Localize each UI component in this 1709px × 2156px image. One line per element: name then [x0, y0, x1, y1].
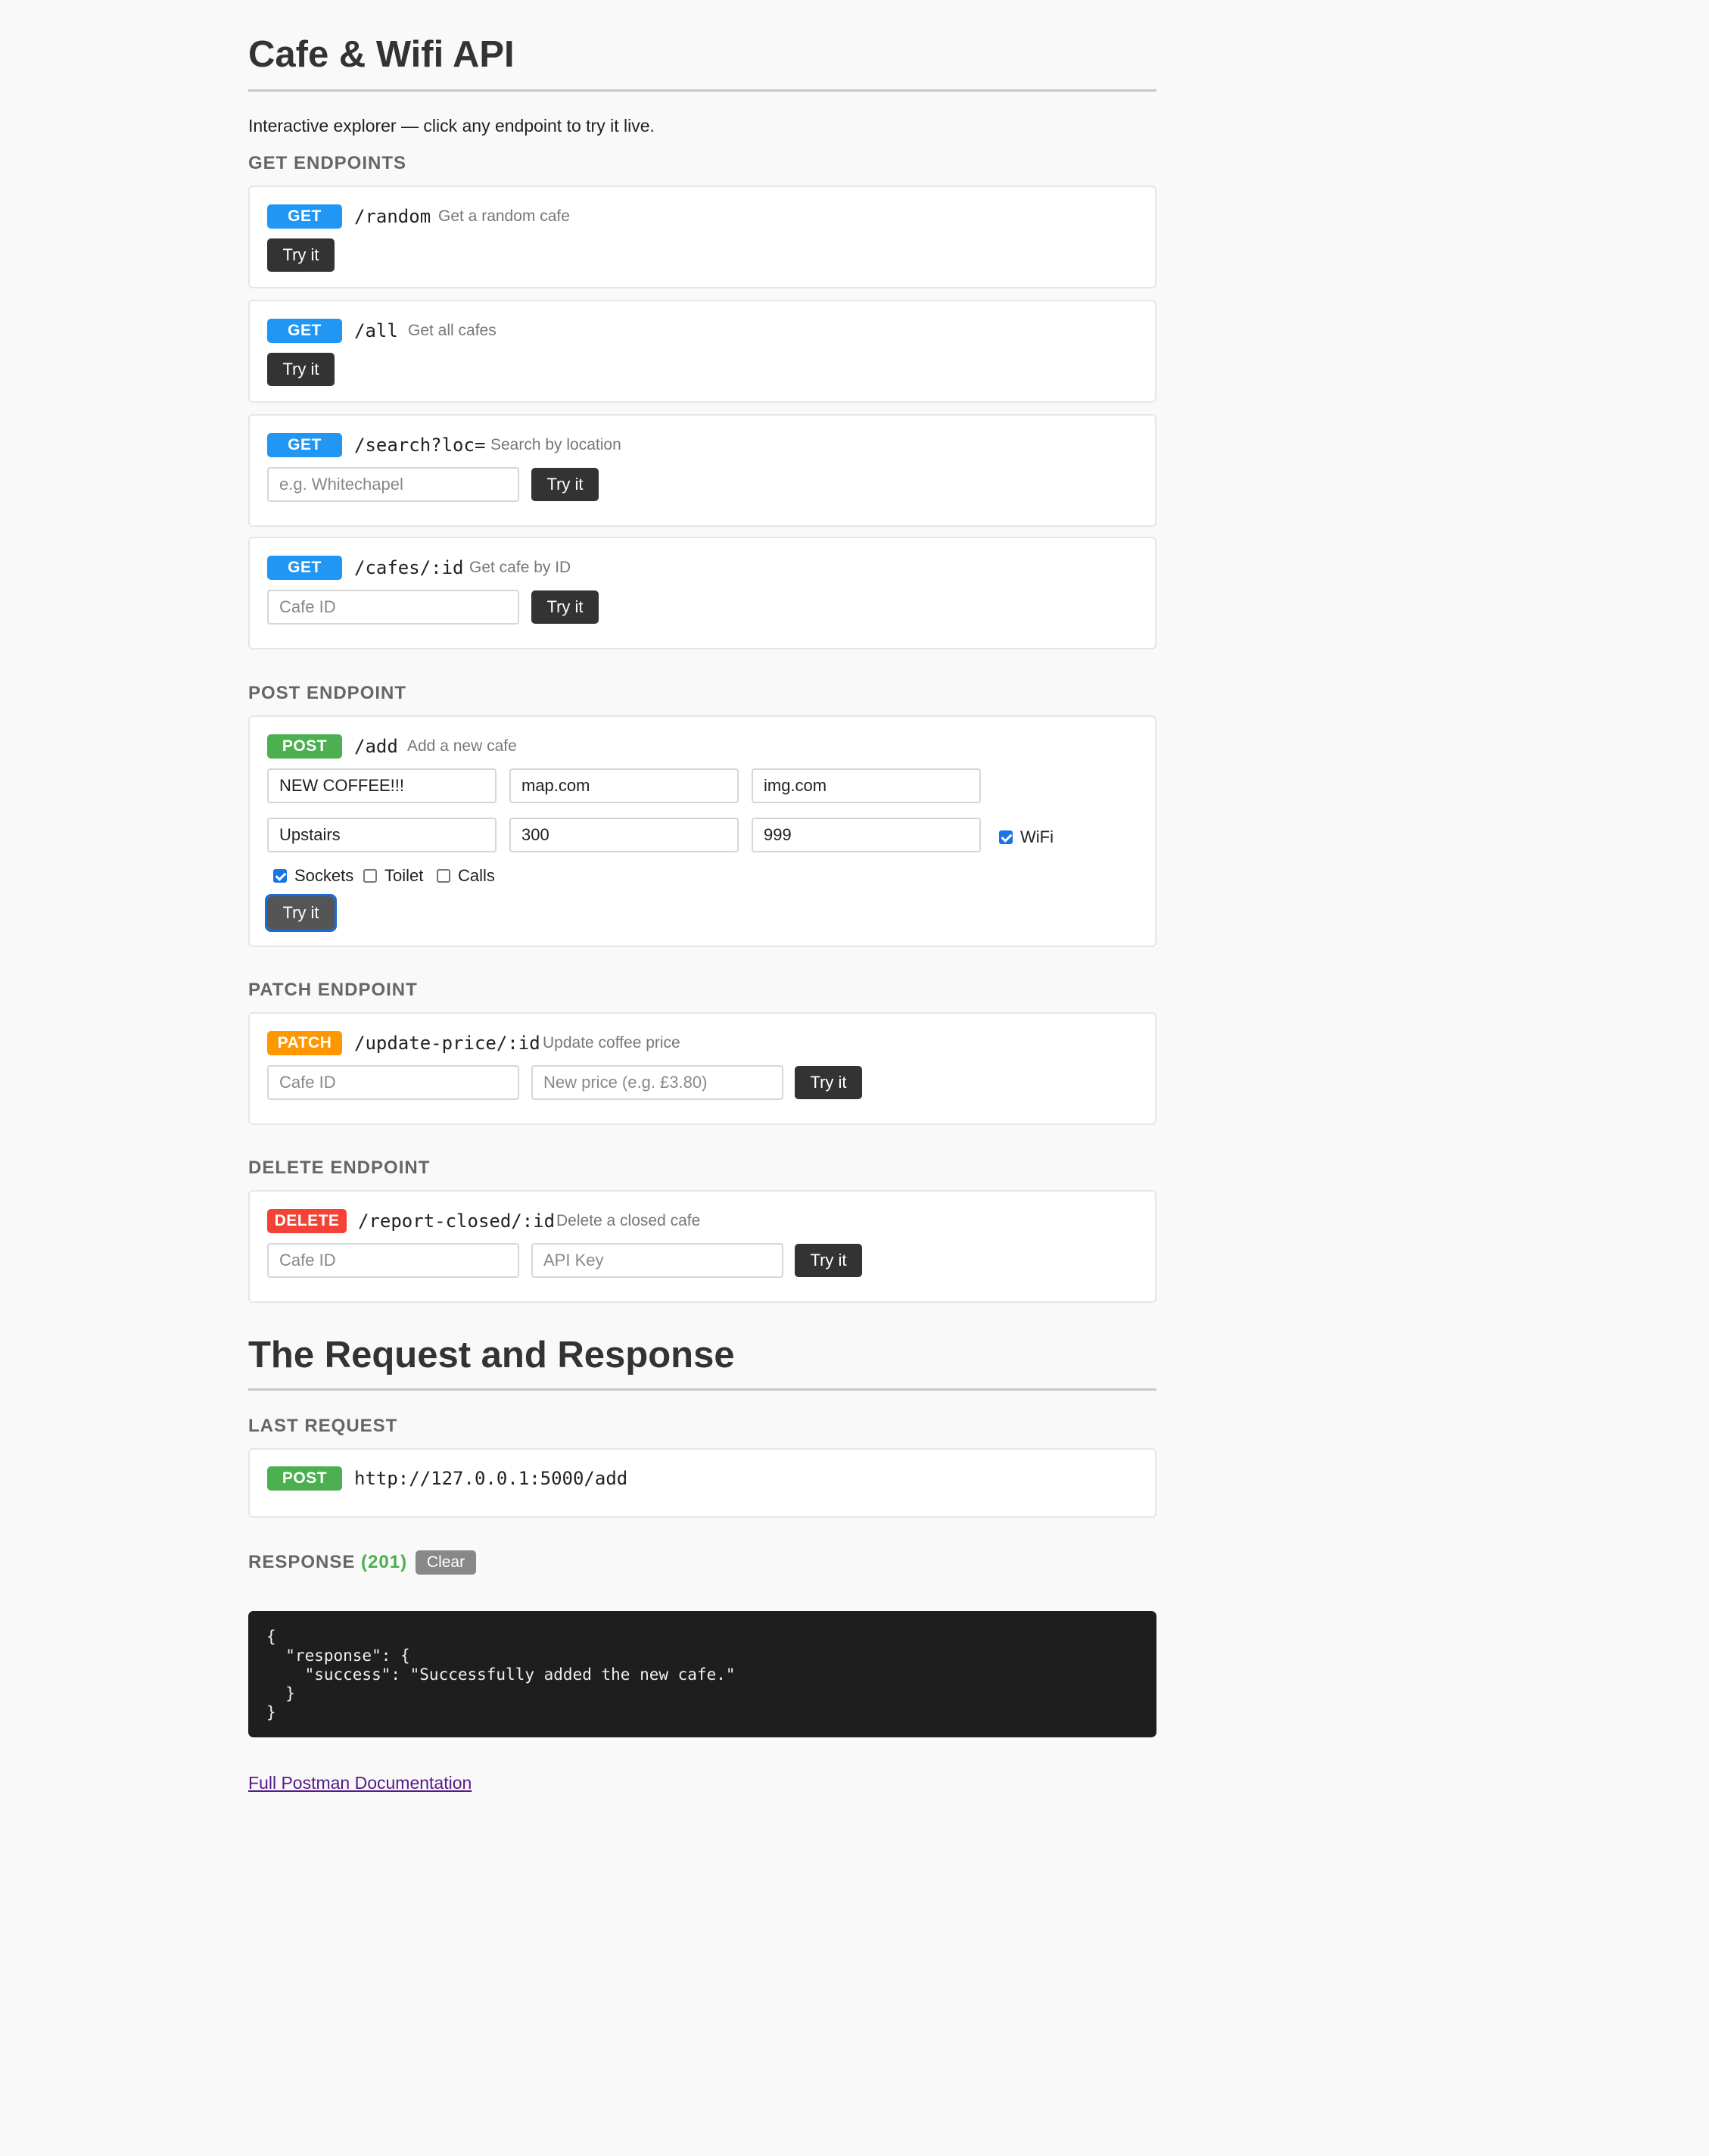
toilet-checkbox[interactable]: Toilet: [363, 866, 423, 886]
response-status-code: (201): [361, 1552, 408, 1572]
try-it-button-search[interactable]: Try it: [531, 468, 599, 501]
endpoint-path: /update-price/:id: [354, 1033, 540, 1054]
cafe-id-input[interactable]: [267, 1243, 519, 1278]
try-it-button-add[interactable]: Try it: [265, 894, 337, 932]
response-title: RESPONSE (201): [248, 1552, 407, 1573]
map-url-input[interactable]: [509, 768, 739, 803]
new-price-input[interactable]: [531, 1065, 783, 1100]
endpoint-card-all: GET /all Get all cafes Try it: [248, 300, 1156, 403]
method-badge: GET: [267, 204, 342, 229]
endpoint-card-add: POST /add Add a new cafe WiFi Sockets To…: [248, 715, 1156, 947]
endpoint-description: Get all cafes: [408, 322, 497, 339]
method-badge: POST: [267, 734, 342, 759]
endpoint-path: /cafes/:id: [354, 557, 464, 578]
try-it-button-all[interactable]: Try it: [267, 353, 335, 386]
api-key-input[interactable]: [531, 1243, 783, 1278]
endpoint-card-cafe-by-id: GET /cafes/:id Get cafe by ID Try it: [248, 537, 1156, 650]
location-input[interactable]: [267, 467, 519, 502]
last-request-card: POST http://127.0.0.1:5000/add: [248, 1448, 1156, 1518]
endpoint-description: Get a random cafe: [438, 207, 570, 225]
coffee-price-input[interactable]: [752, 818, 981, 852]
request-url: http://127.0.0.1:5000/add: [354, 1468, 628, 1489]
try-it-button-cafe-by-id[interactable]: Try it: [531, 590, 599, 624]
last-request-title: LAST REQUEST: [248, 1416, 398, 1436]
method-badge: POST: [267, 1466, 342, 1491]
endpoint-description: Delete a closed cafe: [556, 1212, 701, 1229]
section-post-title: POST ENDPOINT: [248, 683, 407, 703]
endpoint-path: /search?loc=: [354, 435, 486, 456]
endpoint-description: Get cafe by ID: [469, 559, 571, 576]
sockets-checkbox-box[interactable]: [273, 869, 287, 883]
endpoint-card-random: GET /random Get a random cafe Try it: [248, 185, 1156, 288]
sockets-label: Sockets: [294, 866, 354, 885]
page-title: Cafe & Wifi API: [248, 0, 1156, 92]
method-badge: GET: [267, 556, 342, 580]
wifi-label: WiFi: [1020, 827, 1054, 846]
endpoint-path: /add: [354, 736, 398, 757]
response-label: RESPONSE: [248, 1552, 356, 1572]
cafe-name-input[interactable]: [267, 768, 497, 803]
try-it-button-update-price[interactable]: Try it: [795, 1066, 862, 1099]
endpoint-path: /report-closed/:id: [358, 1210, 556, 1232]
method-badge: PATCH: [267, 1031, 342, 1055]
clear-button[interactable]: Clear: [416, 1550, 476, 1575]
section-delete-title: DELETE ENDPOINT: [248, 1157, 431, 1178]
seats-input[interactable]: [509, 818, 739, 852]
toilet-checkbox-box[interactable]: [363, 869, 377, 883]
response-body: { "response": { "success": "Successfully…: [248, 1611, 1156, 1737]
endpoint-description: Add a new cafe: [407, 737, 517, 755]
calls-label: Calls: [458, 866, 495, 885]
wifi-checkbox-box[interactable]: [999, 830, 1013, 844]
img-url-input[interactable]: [752, 768, 981, 803]
method-badge: GET: [267, 319, 342, 343]
endpoint-card-update-price: PATCH /update-price/:id Update coffee pr…: [248, 1012, 1156, 1125]
calls-checkbox[interactable]: Calls: [437, 866, 495, 886]
cafe-id-input[interactable]: [267, 590, 519, 625]
postman-documentation-link[interactable]: Full Postman Documentation: [248, 1773, 472, 1793]
wifi-checkbox[interactable]: WiFi: [999, 827, 1054, 847]
method-badge: GET: [267, 433, 342, 457]
intro-text: Interactive explorer — click any endpoin…: [248, 116, 655, 136]
page: Cafe & Wifi API Interactive explorer — c…: [248, 0, 1156, 1793]
endpoint-card-report-closed: DELETE /report-closed/:id Delete a close…: [248, 1190, 1156, 1303]
method-badge: DELETE: [267, 1209, 347, 1233]
cafe-id-input[interactable]: [267, 1065, 519, 1100]
sockets-checkbox[interactable]: Sockets: [273, 866, 353, 886]
request-response-title: The Request and Response: [248, 1334, 1156, 1391]
toilet-label: Toilet: [384, 866, 424, 885]
endpoint-description: Search by location: [490, 436, 621, 453]
endpoint-description: Update coffee price: [543, 1034, 680, 1052]
endpoint-path: /random: [354, 206, 431, 227]
section-get-title: GET ENDPOINTS: [248, 153, 407, 173]
try-it-button-report-closed[interactable]: Try it: [795, 1244, 862, 1277]
location-input[interactable]: [267, 818, 497, 852]
endpoint-card-search: GET /search?loc= Search by location Try …: [248, 414, 1156, 527]
section-patch-title: PATCH ENDPOINT: [248, 980, 418, 1000]
try-it-button-random[interactable]: Try it: [267, 238, 335, 272]
endpoint-path: /all: [354, 320, 398, 341]
calls-checkbox-box[interactable]: [437, 869, 450, 883]
